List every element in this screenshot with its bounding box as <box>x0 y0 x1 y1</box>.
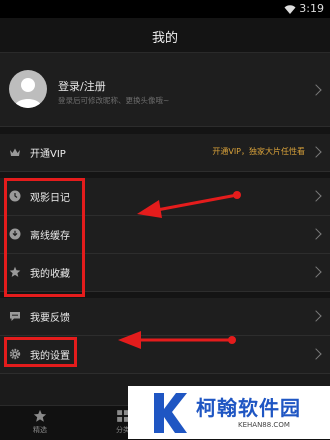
watermark: 柯翰软件园 KEHAN88.COM <box>128 386 330 439</box>
annotation-arrow <box>118 331 236 349</box>
watermark-logo-icon <box>154 393 187 433</box>
annotation-arrows <box>118 191 241 349</box>
watermark-url: KEHAN88.COM <box>238 421 290 429</box>
star-icon <box>33 409 47 422</box>
tab-label-featured: 精选 <box>33 426 47 434</box>
watermark-text: 柯翰软件园 <box>196 396 301 420</box>
annotation-arrow <box>137 191 241 218</box>
tab-featured[interactable]: 精选 <box>10 409 70 435</box>
